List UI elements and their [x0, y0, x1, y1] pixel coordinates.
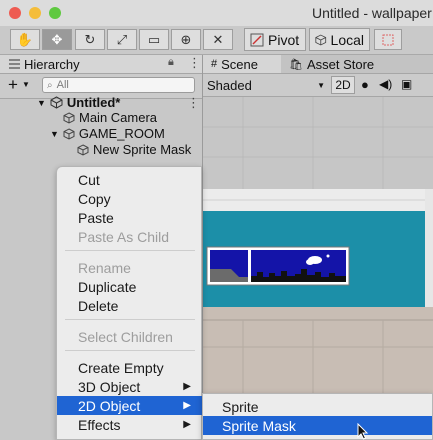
menu-item-select-children: Select Children — [78, 328, 173, 345]
menu-item-rename: Rename — [78, 259, 131, 276]
local-cube-icon — [315, 34, 327, 45]
scene-tabs-bar: # Scene 🛍︎ Asset Store — [203, 55, 433, 74]
hand-tool-button[interactable]: ✋ — [10, 29, 40, 50]
expand-arrow-icon[interactable]: ▼ — [50, 129, 59, 139]
lock-icon[interactable]: 🔒︎ — [168, 56, 174, 69]
pivot-toggle-button[interactable]: Pivot — [244, 28, 306, 51]
submenu-item-sprite[interactable]: Sprite — [203, 397, 432, 416]
scene-name: Untitled* — [66, 95, 121, 110]
tab-asset-store[interactable]: 🛍︎ Asset Store — [283, 55, 383, 73]
scene-panel: # Scene 🛍︎ Asset Store Shaded ▼ 2D ● ◀) … — [203, 55, 433, 440]
hand-icon: ✋ — [16, 31, 34, 47]
menu-item-label: Effects — [78, 416, 121, 433]
rotate-icon: ↻ — [84, 31, 96, 47]
mode-2d-label: 2D — [335, 78, 351, 92]
lighting-bulb-icon[interactable]: ● — [361, 77, 369, 92]
list-icon — [9, 59, 20, 69]
submenu-2d-object: Sprite Sprite Mask — [202, 393, 433, 440]
window-title: Untitled - wallpaper — [312, 5, 432, 21]
hierarchy-tab-label: Hierarchy — [24, 57, 80, 72]
scene-toolbar: Shaded ▼ 2D ● ◀) ▣ — [203, 74, 433, 97]
menu-item-effects[interactable]: Effects ▶ — [57, 415, 203, 434]
gameobject-cube-icon — [63, 127, 75, 140]
window-title-bar: Untitled - wallpaper — [0, 0, 433, 26]
menu-item-paste[interactable]: Paste — [57, 208, 203, 227]
pivot-icon — [250, 33, 264, 46]
mouse-cursor-icon — [357, 423, 369, 440]
scale-icon: ⤢ — [116, 31, 128, 47]
submenu-item-sprite-mask[interactable]: Sprite Mask — [203, 416, 432, 435]
tab-label: Asset Store — [306, 56, 375, 72]
tab-scene[interactable]: # Scene — [203, 55, 281, 73]
hierarchy-item-label: GAME_ROOM — [78, 126, 165, 141]
add-button[interactable]: + — [8, 75, 18, 95]
snap-settings-button[interactable] — [374, 29, 402, 50]
menu-separator — [65, 319, 195, 320]
menu-item-paste-as-child: Paste As Child — [78, 228, 170, 245]
maximize-window-button[interactable] — [49, 7, 61, 19]
hierarchy-search-input[interactable]: ⌕ All — [42, 77, 195, 93]
menu-item-copy[interactable]: Copy — [57, 189, 203, 208]
transform-tool-button[interactable]: ⊕ — [171, 29, 201, 50]
transform-icon: ⊕ — [180, 31, 192, 47]
menu-item-label: 2D Object — [78, 397, 141, 414]
move-tool-button[interactable]: ✥ — [42, 29, 72, 50]
submenu-arrow-icon: ▶ — [183, 381, 191, 392]
chevron-down-icon: ▼ — [317, 80, 325, 90]
grid-icon: # — [211, 58, 218, 70]
menu-item-duplicate[interactable]: Duplicate — [57, 277, 203, 296]
shading-mode-dropdown[interactable]: Shaded ▼ — [205, 76, 327, 94]
menu-item-delete[interactable]: Delete — [57, 296, 203, 315]
panel-menu-icon[interactable]: ⋮ — [188, 55, 201, 71]
scene-viewport[interactable] — [203, 97, 433, 440]
rect-icon: ▭ — [147, 31, 161, 47]
tab-label: Scene — [221, 56, 258, 72]
submenu-arrow-icon: ▶ — [183, 419, 191, 430]
rect-tool-button[interactable]: ▭ — [139, 29, 169, 50]
minimize-window-button[interactable] — [29, 7, 41, 19]
hierarchy-item-label: Main Camera — [79, 110, 158, 125]
hierarchy-item-game-room[interactable]: ▼ GAME_ROOM — [0, 125, 202, 142]
audio-speaker-icon[interactable]: ◀) — [379, 77, 392, 91]
menu-item-label: 3D Object — [78, 378, 141, 395]
hierarchy-item-main-camera[interactable]: Main Camera — [0, 109, 202, 126]
menu-item-2d-object[interactable]: 2D Object ▶ — [57, 396, 203, 415]
scene-render — [203, 97, 433, 440]
menu-item-create-empty[interactable]: Create Empty — [57, 358, 203, 377]
custom-tool-button[interactable]: ✕ — [203, 29, 233, 50]
scale-tool-button[interactable]: ⤢ — [107, 29, 137, 50]
submenu-arrow-icon: ▶ — [183, 400, 191, 411]
effects-icon[interactable]: ▣ — [401, 77, 412, 91]
menu-item-cut[interactable]: Cut — [57, 170, 203, 189]
context-menu: Cut Copy Paste Paste As Child Rename Dup… — [56, 166, 203, 440]
gameobject-cube-icon — [77, 143, 89, 156]
hierarchy-item-label: New Sprite Mask — [93, 142, 192, 157]
hierarchy-tab[interactable]: Hierarchy 🔒︎ ⋮ — [0, 55, 202, 74]
menu-item-3d-object[interactable]: 3D Object ▶ — [57, 377, 203, 396]
local-label: Local — [330, 31, 364, 48]
search-placeholder: All — [56, 79, 69, 91]
search-icon: ⌕ — [47, 79, 53, 91]
menu-separator — [65, 350, 195, 351]
local-toggle-button[interactable]: Local — [309, 28, 370, 51]
shading-mode-value: Shaded — [207, 77, 252, 93]
custom-tool-icon: ✕ — [212, 31, 224, 47]
pivot-label: Pivot — [268, 31, 300, 48]
expand-arrow-icon[interactable]: ▼ — [37, 98, 46, 108]
snap-icon — [382, 34, 394, 45]
mode-2d-toggle[interactable]: 2D — [331, 76, 355, 94]
unity-scene-icon — [50, 96, 63, 109]
store-bag-icon: 🛍︎ — [289, 58, 303, 71]
rotate-tool-button[interactable]: ↻ — [75, 29, 105, 50]
gameobject-cube-icon — [63, 111, 75, 124]
menu-separator — [65, 250, 195, 251]
main-toolbar: ✋ ✥ ↻ ⤢ ▭ ⊕ ✕ Pivot Local — [0, 26, 433, 55]
add-dropdown-arrow-icon[interactable]: ▼ — [22, 80, 30, 89]
hierarchy-item-new-sprite-mask[interactable]: New Sprite Mask — [0, 141, 202, 158]
move-icon: ✥ — [51, 31, 63, 47]
close-window-button[interactable] — [9, 7, 21, 19]
